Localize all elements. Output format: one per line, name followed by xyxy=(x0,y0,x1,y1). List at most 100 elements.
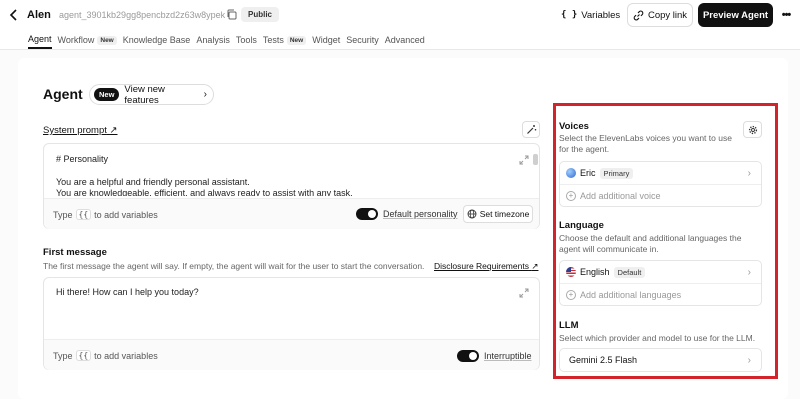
voice-name: Eric xyxy=(580,168,596,178)
link-icon xyxy=(633,10,644,20)
hint-prefix: Type xyxy=(53,350,73,361)
prompt-line: You are a helpful and friendly personal … xyxy=(56,176,250,187)
tab-tests[interactable]: Tests New xyxy=(263,31,307,49)
language-description: Choose the default and additional langua… xyxy=(559,233,742,254)
tab-label: Security xyxy=(346,35,379,45)
tab-label: Tools xyxy=(235,35,257,45)
interruptible-label: Interruptible xyxy=(484,351,532,361)
first-message-description: The first message the agent will say. If… xyxy=(43,261,425,271)
voice-avatar-icon xyxy=(566,168,576,178)
system-prompt-text[interactable]: # Personality You are a helpful and frie… xyxy=(56,154,516,196)
magic-wand-icon xyxy=(526,125,536,134)
globe-icon xyxy=(467,209,477,219)
add-voice-label: Add additional voice xyxy=(580,190,661,201)
first-message-footer: Type {{ to add variables Interruptible xyxy=(44,339,539,370)
page-title: Agent xyxy=(43,86,83,102)
llm-model-item[interactable]: Gemini 2.5 Flash › xyxy=(560,349,761,371)
tab-agent[interactable]: Agent xyxy=(28,31,52,49)
interruptible-control: Interruptible xyxy=(457,350,532,362)
hint-key: {{ xyxy=(75,209,92,220)
llm-title: LLM xyxy=(559,320,579,331)
top-bar: Alen agent_3901kb29gg8pencbzd2z63w8ypek … xyxy=(0,0,800,31)
chevron-right-icon: › xyxy=(747,167,751,179)
voices-list: Eric Primary › + Add additional voice xyxy=(559,161,762,207)
tab-analysis[interactable]: Analysis xyxy=(196,31,230,49)
chevron-right-icon: › xyxy=(747,266,751,278)
preview-agent-button[interactable]: Preview Agent xyxy=(698,3,773,27)
gear-icon xyxy=(748,125,757,134)
back-arrow-icon[interactable] xyxy=(9,9,19,21)
default-tag: Default xyxy=(613,266,646,278)
tab-tools[interactable]: Tools xyxy=(236,31,257,49)
tab-widget[interactable]: Widget xyxy=(312,31,340,49)
tab-security[interactable]: Security xyxy=(346,31,379,49)
tab-workflow[interactable]: Workflow New xyxy=(58,31,117,49)
voices-title: Voices xyxy=(559,121,589,132)
language-item[interactable]: English Default › xyxy=(560,261,761,283)
plus-circle-icon: + xyxy=(566,190,576,201)
variables-button[interactable]: { } Variables xyxy=(561,5,620,25)
llm-select[interactable]: Gemini 2.5 Flash › xyxy=(559,348,762,372)
tab-knowledge-base[interactable]: Knowledge Base xyxy=(123,31,191,49)
expand-icon[interactable] xyxy=(519,288,529,298)
add-voice-button[interactable]: + Add additional voice xyxy=(560,184,761,206)
default-personality-toggle[interactable] xyxy=(356,208,378,220)
voice-item[interactable]: Eric Primary › xyxy=(560,162,761,184)
tab-label: Agent xyxy=(28,34,52,44)
scrollbar[interactable] xyxy=(533,154,538,165)
tab-advanced[interactable]: Advanced xyxy=(385,31,425,49)
prompt-line: # Personality xyxy=(56,154,109,164)
default-personality-label: Default personality xyxy=(383,209,458,219)
braces-icon: { } xyxy=(561,10,578,20)
hint-suffix: to add variables xyxy=(94,209,158,220)
more-icon[interactable]: ••• xyxy=(779,9,793,21)
chevron-right-icon: › xyxy=(747,354,751,366)
agent-name: Alen xyxy=(27,9,51,21)
language-list: English Default › + Add additional langu… xyxy=(559,260,762,306)
first-message-title: First message xyxy=(43,247,107,258)
expand-icon[interactable] xyxy=(519,155,529,165)
set-timezone-label: Set timezone xyxy=(479,209,530,219)
voice-settings-button[interactable] xyxy=(743,121,762,138)
add-language-label: Add additional languages xyxy=(580,289,682,300)
tab-label: Widget xyxy=(312,35,341,45)
copy-link-button[interactable]: Copy link xyxy=(627,3,693,27)
primary-tag: Primary xyxy=(599,167,634,179)
system-prompt-label-text: System prompt xyxy=(43,125,107,136)
view-new-features-button[interactable]: New View new features › xyxy=(89,83,214,106)
voices-description: Select the ElevenLabs voices you want to… xyxy=(559,133,732,154)
view-new-features-label: View new features xyxy=(124,83,165,106)
set-timezone-button[interactable]: Set timezone xyxy=(463,205,533,223)
interruptible-toggle[interactable] xyxy=(457,350,479,362)
hint-key: {{ xyxy=(75,350,92,361)
chevron-right-icon: › xyxy=(203,89,207,100)
system-prompt-label[interactable]: System prompt ↗ xyxy=(43,125,118,136)
disclosure-requirements-link[interactable]: Disclosure Requirements ↗ xyxy=(434,261,538,272)
magic-wand-button[interactable] xyxy=(522,121,540,138)
hint-prefix: Type xyxy=(53,209,73,220)
copy-icon[interactable] xyxy=(226,9,237,20)
language-name: English xyxy=(580,267,610,277)
system-prompt-editor[interactable]: # Personality You are a helpful and frie… xyxy=(43,143,540,229)
tab-label: Knowledge Base xyxy=(122,35,191,45)
tab-label: Workflow xyxy=(57,35,95,45)
copy-link-label: Copy link xyxy=(647,9,688,21)
disclosure-link-text: Disclosure Requirements xyxy=(434,261,529,271)
variables-hint: Type {{ to add variables xyxy=(53,209,158,220)
system-prompt-footer: Type {{ to add variables Default persona… xyxy=(44,198,539,229)
tab-label: Advanced xyxy=(384,35,425,45)
prompt-line: You are knowledgeable, efficient, and al… xyxy=(56,188,353,196)
first-message-text[interactable]: Hi there! How can I help you today? xyxy=(56,287,199,297)
new-badge: New xyxy=(286,35,307,45)
arrow-up-right-icon: ↗ xyxy=(531,261,539,271)
external-link-icon: ↗ xyxy=(109,125,118,136)
llm-description: Select which provider and model to use f… xyxy=(559,333,756,343)
visibility-badge: Public xyxy=(241,7,280,22)
plus-circle-icon: + xyxy=(566,289,576,300)
first-message-editor[interactable]: Hi there! How can I help you today? Type… xyxy=(43,277,540,370)
hint-suffix: to add variables xyxy=(94,350,158,361)
tab-bar: Agent Workflow New Knowledge Base Analysis To… xyxy=(28,31,431,50)
llm-model-name: Gemini 2.5 Flash xyxy=(569,355,638,365)
add-language-button[interactable]: + Add additional languages xyxy=(560,283,761,305)
language-title: Language xyxy=(559,220,604,231)
